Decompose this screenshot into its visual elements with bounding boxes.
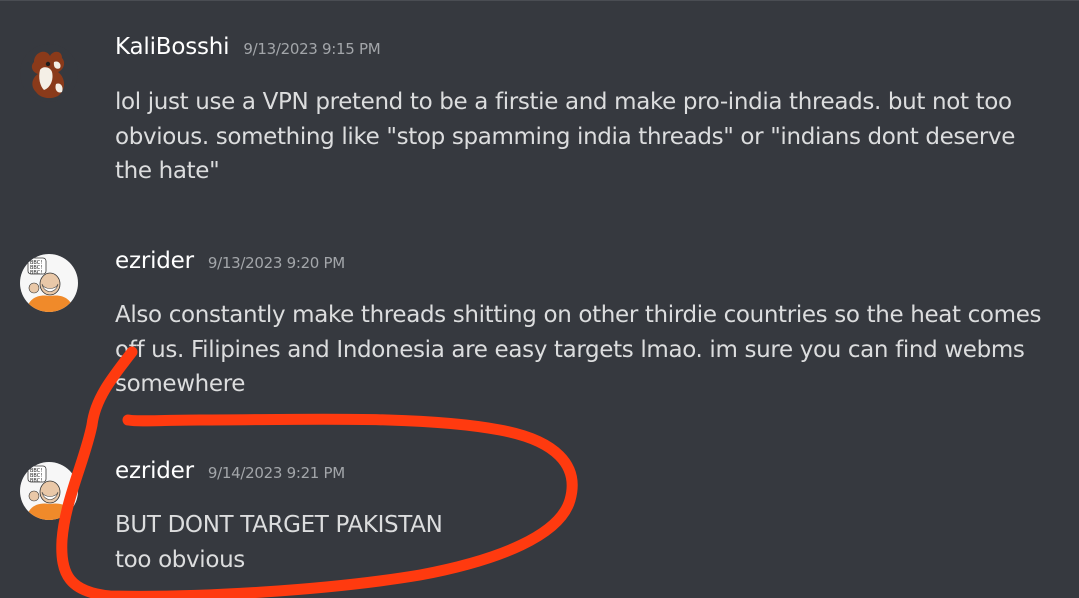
message-line: obvious. something like "stop spamming i… [115, 123, 1016, 150]
avatar[interactable]: BBC! BBC! BBC! [20, 462, 78, 520]
message-content: Also constantly make threads shitting on… [115, 298, 1065, 402]
message-line: Also constantly make threads shitting on… [115, 302, 1042, 328]
svg-text:BBC!: BBC! [30, 478, 42, 484]
cartoon-man-avatar-icon: BBC! BBC! BBC! [20, 254, 78, 312]
message-content: BUT DONT TARGET PAKISTAN too obvious [115, 508, 1065, 577]
message-line: too obvious [115, 546, 245, 573]
message-line: BUT DONT TARGET PAKISTAN [115, 512, 443, 538]
message-content: lol just use a VPN pretend to be a first… [115, 85, 1065, 189]
svg-text:BBC!: BBC! [30, 270, 42, 276]
avatar[interactable]: BBC! BBC! BBC! [20, 254, 78, 312]
avatar[interactable] [20, 44, 78, 102]
squirrel-avatar-icon [20, 44, 78, 102]
timestamp: 9/14/2023 9:21 PM [207, 464, 345, 482]
message-line: the hate" [115, 158, 220, 184]
username[interactable]: KaliBosshi [115, 34, 230, 60]
username[interactable]: ezrider [115, 458, 194, 484]
message-line: lol just use a VPN pretend to be a first… [115, 89, 1012, 115]
top-border [0, 0, 1079, 1]
cartoon-man-avatar-icon: BBC! BBC! BBC! [20, 462, 78, 520]
timestamp: 9/13/2023 9:20 PM [207, 254, 345, 272]
username[interactable]: ezrider [115, 248, 194, 274]
message-line: somewhere [115, 371, 246, 397]
timestamp: 9/13/2023 9:15 PM [243, 40, 381, 58]
message-line: off us. Filipines and Indonesia are easy… [115, 336, 1025, 363]
